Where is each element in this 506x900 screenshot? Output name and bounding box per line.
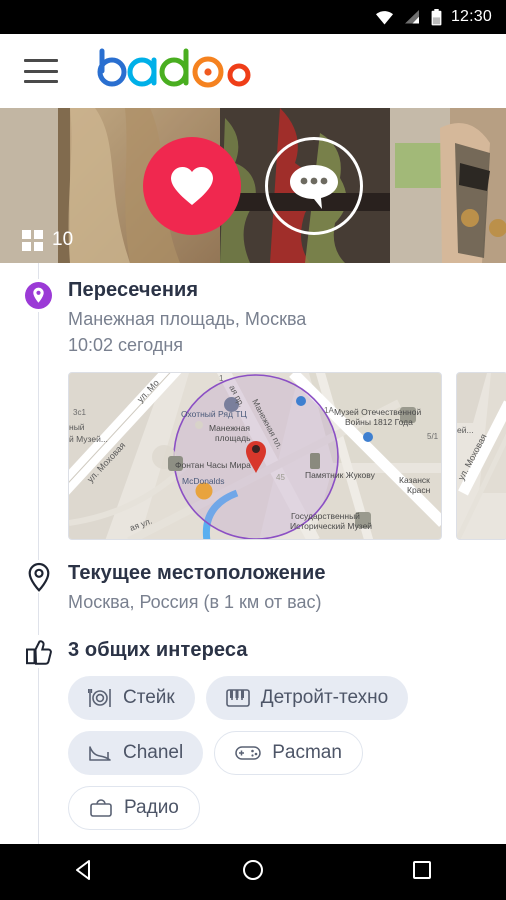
badoo-logo bbox=[96, 48, 266, 91]
app-bar bbox=[0, 34, 506, 108]
back-triangle-icon bbox=[76, 859, 91, 880]
chat-button[interactable] bbox=[265, 136, 363, 235]
grid-icon bbox=[22, 229, 43, 251]
svg-text:Музей Отечественной: Музей Отечественной bbox=[334, 407, 421, 417]
svg-text:Красн: Красн bbox=[407, 485, 431, 495]
gamepad-icon bbox=[235, 746, 261, 760]
svg-text:McDonalds: McDonalds bbox=[182, 476, 225, 486]
map-card-primary[interactable]: 3с1 ный й Музей... 1 1А Охотный Ряд ТЦ М… bbox=[68, 372, 442, 540]
map-image: 3с1 ный й Музей... 1 1А Охотный Ряд ТЦ М… bbox=[69, 373, 441, 539]
svg-text:45: 45 bbox=[276, 473, 285, 482]
profile-photo-banner[interactable]: 10 bbox=[0, 108, 506, 263]
interest-chip-label: Радио bbox=[124, 797, 179, 818]
svg-text:5/1: 5/1 bbox=[427, 432, 439, 441]
badoo-logo-svg bbox=[97, 48, 251, 88]
status-bar-icons bbox=[375, 8, 442, 26]
high-heel-icon bbox=[89, 746, 111, 761]
bag-icon bbox=[90, 799, 112, 817]
interest-chip-label: Chanel bbox=[123, 742, 184, 763]
svg-text:Исторический Музей: Исторический Музей bbox=[290, 521, 372, 531]
map-carousel[interactable]: 3с1 ный й Музей... 1 1А Охотный Ряд ТЦ М… bbox=[68, 372, 506, 540]
map-image-secondary: ей... ул. Моховая bbox=[457, 373, 506, 539]
status-bar-clock: 12:30 bbox=[450, 8, 492, 25]
piano-keys-icon bbox=[225, 689, 250, 707]
back-button[interactable] bbox=[71, 857, 97, 888]
svg-text:ей...: ей... bbox=[457, 425, 474, 435]
thumbs-up-icon bbox=[22, 635, 55, 668]
home-button[interactable] bbox=[240, 857, 266, 888]
interest-chip-label: Детройт-техно bbox=[260, 687, 389, 708]
svg-text:й Музей...: й Музей... bbox=[69, 434, 108, 444]
crossings-title: Пересечения bbox=[68, 279, 199, 301]
svg-text:Манежная: Манежная bbox=[209, 423, 250, 433]
photo-count-value: 10 bbox=[52, 229, 74, 250]
battery-icon bbox=[431, 8, 442, 25]
svg-text:1: 1 bbox=[219, 374, 224, 383]
home-circle-icon bbox=[242, 859, 263, 880]
current-location-title: Текущее местоположение bbox=[68, 562, 326, 584]
photo-action-buttons bbox=[0, 108, 506, 263]
interest-chip-list: Стейк Детройт-техно Chanel Pacman Радио bbox=[68, 676, 506, 830]
crossings-time: 10:02 сегодня bbox=[68, 335, 184, 355]
svg-text:Войны 1812 Года: Войны 1812 Года bbox=[345, 417, 413, 427]
plate-cutlery-icon bbox=[88, 689, 111, 707]
heart-icon bbox=[171, 166, 213, 205]
interest-chip-label: Pacman bbox=[272, 742, 342, 763]
signal-icon bbox=[404, 10, 419, 24]
interests-title: 3 общих интереса bbox=[68, 639, 248, 661]
interest-chip-steak[interactable]: Стейк bbox=[68, 676, 195, 720]
map-label: 3с1 bbox=[73, 408, 86, 417]
svg-text:Фонтан Часы Мира: Фонтан Часы Мира bbox=[175, 460, 251, 470]
location-pin-outline-icon bbox=[22, 560, 55, 593]
svg-text:Охотный Ряд ТЦ: Охотный Ряд ТЦ bbox=[181, 409, 248, 419]
map-card-secondary[interactable]: ей... ул. Моховая bbox=[456, 372, 506, 540]
svg-text:ный: ный bbox=[69, 422, 85, 432]
like-button[interactable] bbox=[143, 136, 241, 235]
section-interests: 3 общих интереса Стейк Детройт-техно Cha… bbox=[0, 635, 506, 830]
profile-details: Пересечения Манежная площадь, Москва 10:… bbox=[0, 263, 506, 844]
svg-text:Казанск: Казанск bbox=[399, 475, 430, 485]
location-pin-filled-icon bbox=[22, 279, 55, 312]
interest-chip-detroit-techno[interactable]: Детройт-техно bbox=[205, 676, 409, 720]
chat-bubble-icon bbox=[290, 164, 338, 209]
current-location-value: Москва, Россия (в 1 км от вас) bbox=[68, 592, 322, 612]
crossings-place: Манежная площадь, Москва bbox=[68, 309, 307, 329]
section-current-location: Текущее местоположение Москва, Россия (в… bbox=[0, 560, 506, 615]
interest-chip-chanel[interactable]: Chanel bbox=[68, 731, 204, 775]
section-crossings: Пересечения Манежная площадь, Москва 10:… bbox=[0, 279, 506, 540]
photo-count[interactable]: 10 bbox=[22, 229, 73, 251]
status-bar: 12:30 bbox=[0, 0, 506, 34]
interest-chip-pacman[interactable]: Pacman bbox=[214, 731, 363, 775]
interest-chip-radio[interactable]: Радио bbox=[68, 786, 200, 830]
wifi-icon bbox=[375, 11, 393, 25]
hamburger-menu-icon[interactable] bbox=[24, 59, 58, 83]
svg-text:площадь: площадь bbox=[215, 433, 251, 443]
recents-square-icon bbox=[412, 860, 431, 879]
svg-text:Государственный: Государственный bbox=[291, 511, 360, 521]
svg-text:1А: 1А bbox=[324, 406, 334, 415]
android-navigation-bar bbox=[0, 844, 506, 900]
recents-button[interactable] bbox=[409, 857, 435, 888]
svg-text:Памятник Жукову: Памятник Жукову bbox=[305, 470, 376, 480]
interest-chip-label: Стейк bbox=[123, 687, 175, 708]
